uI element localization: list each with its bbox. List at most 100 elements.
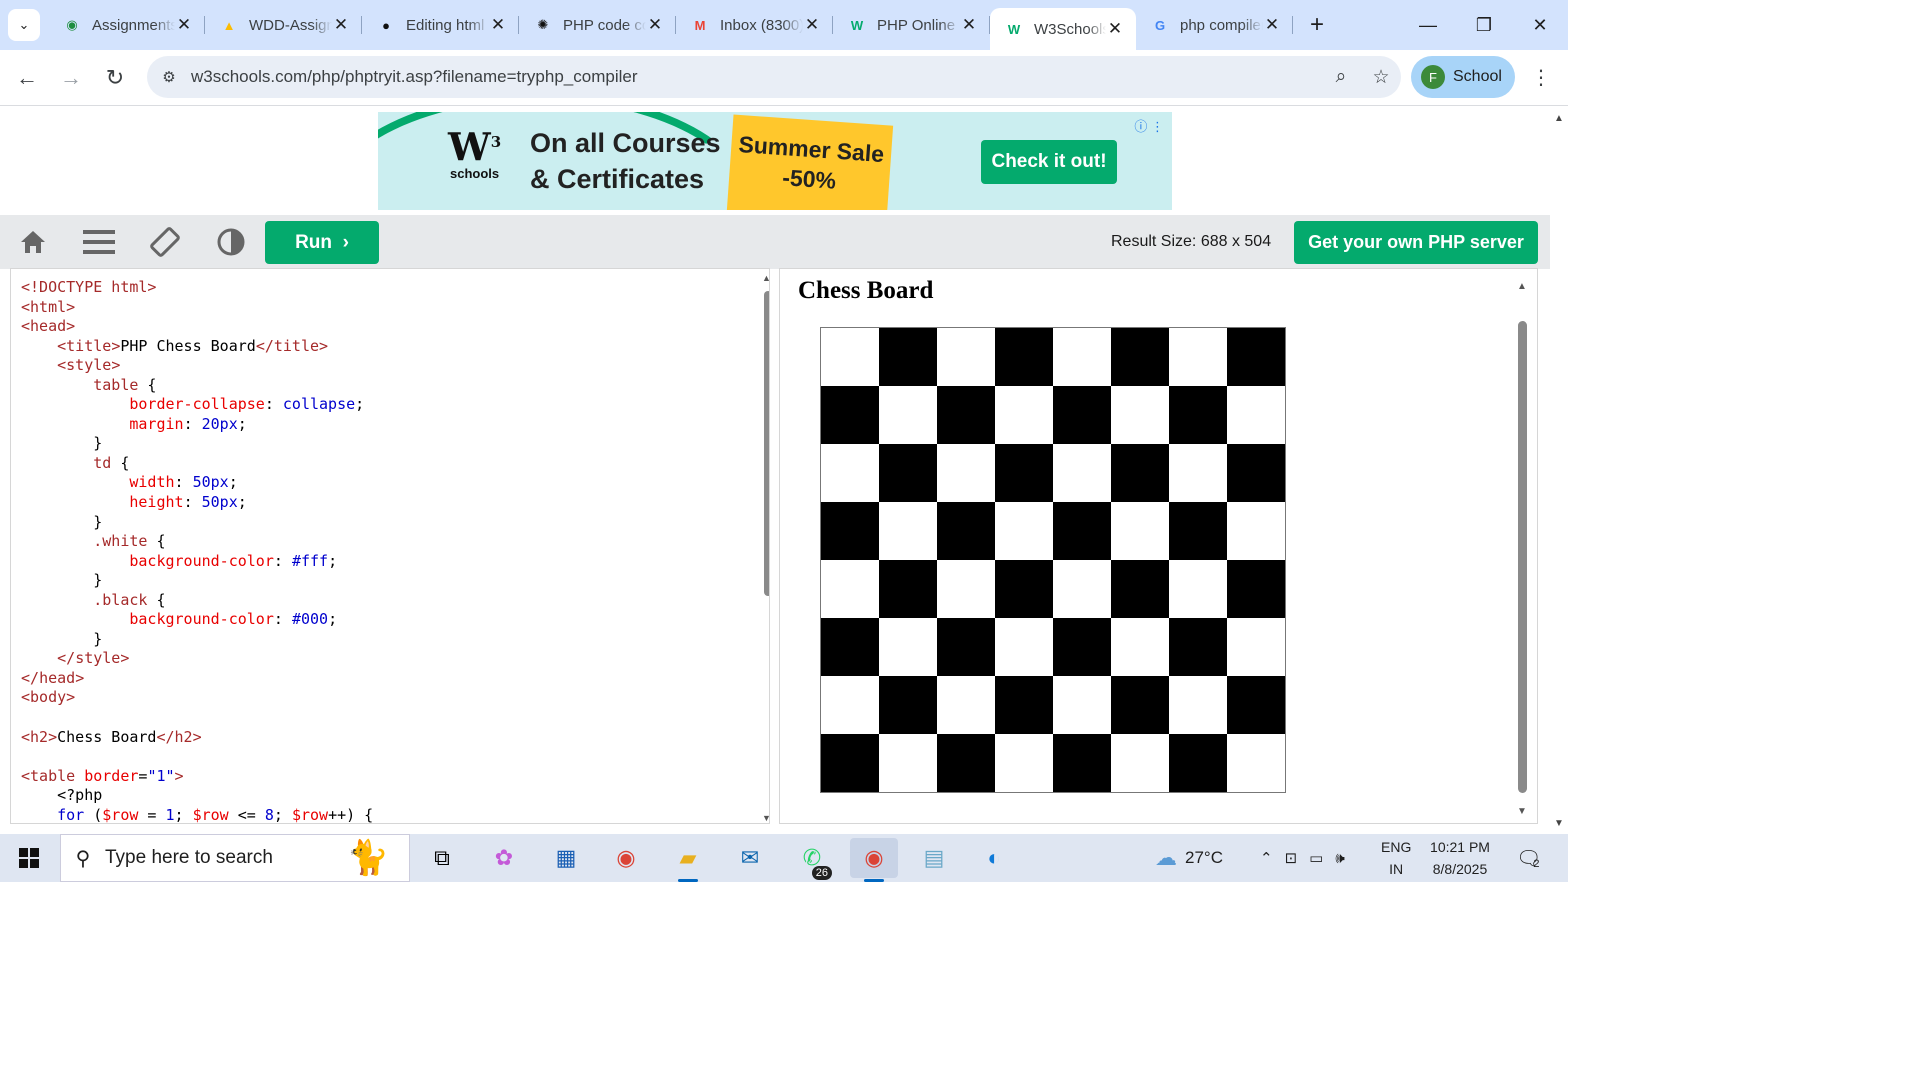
result-scroll-up-icon[interactable]: ▲	[1517, 281, 1527, 292]
back-icon[interactable]: ←	[5, 56, 49, 100]
code-scroll-down-icon[interactable]: ▼	[762, 813, 769, 823]
clock[interactable]: 10:21 PM 8/8/2025	[1428, 834, 1492, 882]
volume-icon[interactable]: 🕪	[1335, 850, 1344, 867]
notepad-icon[interactable]: ▤	[910, 838, 958, 878]
dark-mode-icon[interactable]	[198, 215, 264, 269]
weather-widget[interactable]: ☁ 27°C	[1155, 834, 1223, 882]
code-token: :	[264, 395, 283, 414]
site-info-icon[interactable]: ⚙	[155, 63, 183, 91]
chrome-profile-icon[interactable]: ◉	[850, 838, 898, 882]
outlook-icon[interactable]: ✉	[726, 838, 774, 878]
microsoft-store-icon[interactable]: ▦	[542, 838, 590, 878]
close-tab-icon[interactable]: ✕	[646, 15, 664, 35]
chess-square	[1053, 676, 1111, 734]
home-icon[interactable]	[0, 215, 66, 269]
restore-icon[interactable]: ❐	[1456, 0, 1512, 50]
address-bar[interactable]: ⚙ w3schools.com/php/phptryit.asp?filenam…	[147, 56, 1401, 98]
run-button[interactable]: Run ›	[265, 221, 379, 264]
task-view-icon[interactable]: ⧉	[418, 838, 466, 878]
bookmark-star-icon[interactable]: ☆	[1361, 66, 1401, 89]
result-scroll-thumb[interactable]	[1518, 321, 1527, 793]
tab-title: Editing html	[406, 16, 485, 34]
show-hidden-icons-chevron-icon[interactable]: ⌃	[1260, 849, 1273, 867]
close-tab-icon[interactable]: ✕	[960, 15, 978, 35]
close-tab-icon[interactable]: ✕	[803, 15, 821, 35]
close-window-icon[interactable]: ✕	[1512, 0, 1568, 50]
menu-icon[interactable]	[66, 215, 132, 269]
taskbar-search-box[interactable]: ⚲ Type here to search 🐈	[60, 834, 410, 882]
close-tab-icon[interactable]: ✕	[1263, 15, 1281, 35]
whatsapp-icon[interactable]: ✆ 26	[788, 838, 836, 880]
code-token: background-color	[129, 610, 274, 629]
minimize-icon[interactable]: —	[1400, 0, 1456, 50]
reload-icon[interactable]: ↻	[93, 56, 137, 100]
browser-tab[interactable]: W W3Schools ✕	[990, 8, 1136, 50]
code-editor[interactable]: <!DOCTYPE html> <html> <head> <title>PHP C…	[10, 268, 770, 824]
result-scroll-down-icon[interactable]: ▼	[1517, 806, 1527, 817]
chess-square	[1227, 676, 1285, 734]
code-line: <html>	[21, 298, 373, 318]
code-token: :	[174, 473, 193, 492]
browser-tab[interactable]: W PHP Online Compiler✕	[833, 0, 990, 50]
whatsapp-badge: 26	[811, 866, 832, 880]
battery-icon[interactable]: ▭	[1309, 849, 1323, 867]
copilot-icon[interactable]: ✿	[480, 838, 528, 878]
gmail-icon: M	[694, 17, 706, 33]
tab-separator	[1292, 16, 1293, 34]
ad-info-icon[interactable]: ⓘ ⋮	[1134, 116, 1164, 135]
code-scroll-thumb[interactable]	[764, 291, 769, 596]
code-token: Chess Board	[57, 727, 157, 746]
file-explorer-icon[interactable]: ▰	[664, 838, 712, 882]
url-text[interactable]: w3schools.com/php/phptryit.asp?filename=…	[191, 67, 1321, 87]
close-tab-icon[interactable]: ✕	[332, 15, 350, 35]
tab-search-dropdown-icon[interactable]: ⌄	[8, 9, 40, 41]
chess-square	[1111, 560, 1169, 618]
language-indicator[interactable]: ENG IN	[1381, 834, 1411, 882]
ad-banner[interactable]: W3 schools On all Courses & Certificates…	[378, 112, 1172, 210]
result-scrollbar[interactable]: ▲ ▼	[1517, 269, 1532, 823]
tab-title: Assignments	[92, 16, 175, 34]
get-php-server-button[interactable]: Get your own PHP server	[1294, 221, 1538, 264]
code-token: border-collapse	[129, 395, 265, 414]
code-line: <?php	[21, 786, 373, 806]
rotate-layout-icon[interactable]	[132, 215, 198, 269]
ad-cta-button[interactable]: Check it out!	[981, 140, 1117, 184]
new-tab-button[interactable]: +	[1299, 7, 1335, 43]
page-scrollbar[interactable]: ▲ ▼	[1550, 107, 1568, 831]
edge-icon[interactable]: ◐	[970, 838, 1018, 878]
code-token: ;	[328, 610, 338, 629]
browser-tab[interactable]: ◉ Assignments ✕	[48, 0, 205, 50]
code-token: table	[93, 375, 139, 394]
browser-tab[interactable]: ● Editing html ✕	[362, 0, 519, 50]
notifications-icon[interactable]: 🗨 2	[1516, 834, 1541, 882]
close-tab-icon[interactable]: ✕	[489, 15, 507, 35]
code-token: collapse	[282, 395, 356, 414]
code-line: <!DOCTYPE html>	[21, 278, 373, 298]
meet-now-icon[interactable]: ⊡	[1285, 849, 1298, 867]
chess-square	[995, 444, 1053, 502]
search-icon: ⚲	[75, 847, 91, 870]
scroll-down-icon[interactable]: ▼	[1554, 818, 1564, 829]
code-line: }	[21, 513, 373, 533]
windows-start-icon[interactable]	[0, 834, 58, 882]
close-tab-icon[interactable]: ✕	[175, 15, 193, 35]
close-tab-icon[interactable]: ✕	[1106, 19, 1124, 39]
code-token: head	[39, 668, 76, 687]
profile-button[interactable]: F School	[1411, 56, 1515, 98]
scroll-up-icon[interactable]: ▲	[1554, 113, 1564, 124]
zoom-icon[interactable]: ⌕	[1321, 66, 1361, 88]
browser-tab[interactable]: ✺ PHP code compiler✕	[519, 0, 676, 50]
browser-tab[interactable]: ▲ WDD-Assignment✕	[205, 0, 362, 50]
browser-tab[interactable]: M Inbox (8300) ✕	[676, 0, 833, 50]
chrome-icon[interactable]: ◉	[602, 838, 650, 878]
code-scrollbar[interactable]: ▲ ▼	[762, 269, 769, 823]
code-line: </style>	[21, 649, 373, 669]
browser-tab[interactable]: Gphp compiler ✕	[1136, 0, 1293, 50]
forward-icon[interactable]: →	[49, 56, 93, 100]
code-scroll-up-icon[interactable]: ▲	[762, 273, 769, 283]
code-text[interactable]: <!DOCTYPE html> <html> <head> <title>PHP C…	[21, 278, 373, 823]
browser-menu-icon[interactable]: ⋮	[1526, 56, 1556, 98]
chess-square	[1053, 386, 1111, 444]
